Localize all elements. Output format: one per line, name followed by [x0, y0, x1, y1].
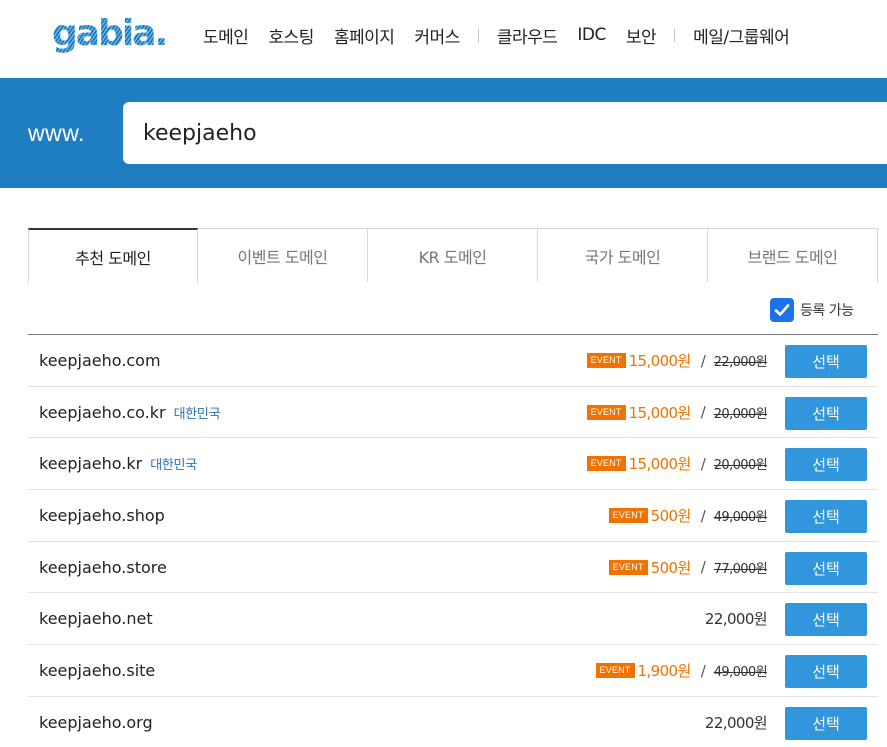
- tab-4[interactable]: 국가 도메인: [538, 228, 708, 282]
- svg-text:gabia.: gabia.: [52, 13, 166, 54]
- select-button[interactable]: 선택: [785, 345, 867, 378]
- price-divider: /: [700, 454, 706, 473]
- nav-item-2-1[interactable]: 클라우드: [497, 23, 558, 48]
- domain-name: keepjaeho.site: [39, 661, 156, 681]
- event-badge: EVENT: [586, 404, 626, 420]
- domain-name: keepjaeho.co.kr: [39, 402, 166, 422]
- select-button[interactable]: 선택: [785, 500, 867, 534]
- select-button[interactable]: 선택: [785, 603, 867, 637]
- available-only-filter[interactable]: 등록 가능: [770, 298, 854, 322]
- checkmark-icon: [774, 304, 790, 316]
- nav-item-1-1[interactable]: 도메인: [203, 23, 249, 48]
- event-badge: EVENT: [608, 508, 648, 524]
- domain-row: keepjaeho.org 22,000원 선택: [28, 697, 878, 747]
- price-cell: EVENT 15,000원 / 22,000원: [586, 335, 768, 386]
- nav-item-1-2[interactable]: 호스팅: [268, 23, 314, 48]
- price-cell: EVENT 15,000원 / 20,000원: [586, 387, 768, 438]
- original-price: 77,000원: [713, 561, 768, 577]
- tab-3[interactable]: KR 도메인: [368, 228, 538, 282]
- domain-cell: keepjaeho.co.kr 대한민국: [39, 387, 221, 438]
- domain-row: keepjaeho.shop EVENT 500원 / 49,000원 선택: [28, 490, 878, 542]
- top-navigation: gabia. 도메인 호스팅 홈페이지 커머스 클라우드 IDC 보안 메일/그룹웨어: [0, 0, 887, 78]
- regular-price: 22,000원: [704, 610, 768, 629]
- domain-cell: keepjaeho.site: [39, 645, 155, 696]
- www-prefix: www.: [28, 120, 85, 146]
- original-price: 49,000원: [713, 510, 768, 526]
- nav-item-3-1[interactable]: 메일/그룹웨어: [693, 23, 790, 48]
- domain-search-input[interactable]: [143, 102, 843, 164]
- price-cell: EVENT 1,900원 / 49,000원: [595, 645, 768, 696]
- domain-row: keepjaeho.site EVENT 1,900원 / 49,000원 선택: [28, 645, 878, 697]
- domain-name: keepjaeho.org: [39, 712, 153, 732]
- domain-row: keepjaeho.kr 대한민국 EVENT 15,000원 / 20,000원 선택: [28, 438, 878, 491]
- domain-name: keepjaeho.shop: [39, 506, 165, 526]
- domain-category-tabs: 추천 도메인 이벤트 도메인 KR 도메인 국가 도메인 브랜드 도메인: [28, 228, 878, 283]
- tab-2[interactable]: 이벤트 도메인: [198, 228, 368, 282]
- domain-name: keepjaeho.com: [39, 351, 161, 370]
- event-badge: EVENT: [586, 353, 626, 368]
- sale-price: 15,000원: [628, 455, 692, 474]
- available-checkbox[interactable]: [770, 298, 794, 322]
- nav-item-1-4[interactable]: 커머스: [414, 23, 460, 48]
- domain-cell: keepjaeho.store: [39, 542, 167, 593]
- price-divider: /: [700, 506, 706, 525]
- domain-row: keepjaeho.co.kr 대한민국 EVENT 15,000원 / 20,000원 선…: [28, 387, 878, 439]
- event-badge: EVENT: [608, 559, 648, 575]
- original-price: 20,000원: [713, 406, 768, 422]
- price-cell: EVENT 500원 / 49,000원: [608, 490, 768, 541]
- original-price: 20,000원: [713, 458, 768, 474]
- price-divider: /: [700, 661, 706, 680]
- price-divider: /: [700, 351, 706, 370]
- main-menu: 도메인 호스팅 홈페이지 커머스 클라우드 IDC 보안 메일/그룹웨어: [203, 22, 790, 48]
- select-button[interactable]: 선택: [785, 551, 867, 585]
- domain-name: keepjaeho.store: [39, 557, 167, 577]
- domain-name: keepjaeho.net: [39, 609, 153, 629]
- domain-row: keepjaeho.store EVENT 500원 / 77,000원 선택: [28, 542, 878, 594]
- country-label: 대한민국: [150, 458, 197, 474]
- logo-graphic: gabia.: [52, 13, 168, 54]
- sale-price: 15,000원: [628, 403, 692, 422]
- sale-price: 15,000원: [628, 352, 692, 370]
- price-divider: /: [700, 403, 706, 422]
- sale-price: 500원: [650, 507, 692, 526]
- domain-cell: keepjaeho.org: [39, 697, 153, 747]
- domain-cell: keepjaeho.kr 대한민국: [39, 438, 197, 489]
- price-cell: EVENT 500원 / 77,000원: [608, 542, 768, 593]
- price-divider: /: [700, 558, 706, 577]
- available-filter-label: 등록 가능: [800, 303, 854, 319]
- price-cell: 22,000원: [704, 593, 768, 644]
- select-button[interactable]: 선택: [785, 448, 867, 482]
- search-box[interactable]: [123, 102, 887, 164]
- regular-price: 22,000원: [704, 713, 768, 732]
- original-price: 22,000원: [713, 355, 768, 370]
- nav-item-1-3[interactable]: 홈페이지: [334, 23, 395, 48]
- country-label: 대한민국: [173, 406, 221, 422]
- nav-separator: [477, 28, 479, 42]
- nav-item-2-2[interactable]: IDC: [577, 25, 606, 45]
- select-button[interactable]: 선택: [785, 655, 867, 689]
- domain-row: keepjaeho.com EVENT 15,000원 / 22,000원 선택: [28, 335, 878, 387]
- select-button[interactable]: 선택: [785, 396, 867, 430]
- domain-cell: keepjaeho.shop: [39, 490, 165, 541]
- price-cell: 22,000원: [704, 697, 768, 747]
- sale-price: 500원: [650, 558, 692, 577]
- tab-1[interactable]: 추천 도메인: [28, 228, 198, 283]
- domain-search-bar: www.: [0, 78, 887, 188]
- event-badge: EVENT: [595, 663, 635, 679]
- event-badge: EVENT: [586, 456, 626, 472]
- domain-cell: keepjaeho.com: [39, 335, 161, 386]
- nav-separator: [674, 28, 676, 42]
- sale-price: 1,900원: [637, 662, 692, 681]
- domain-cell: keepjaeho.net: [39, 593, 153, 644]
- original-price: 49,000원: [713, 665, 768, 681]
- domain-name: keepjaeho.kr: [39, 454, 143, 474]
- domain-row: keepjaeho.net 22,000원 선택: [28, 593, 878, 646]
- nav-item-2-3[interactable]: 보안: [626, 23, 657, 48]
- tab-5[interactable]: 브랜드 도메인: [708, 228, 878, 282]
- select-button[interactable]: 선택: [785, 706, 867, 740]
- domain-result-list: keepjaeho.com EVENT 15,000원/22,000원 선택 keepj…: [28, 334, 878, 747]
- price-cell: EVENT 15,000원 / 20,000원: [586, 438, 768, 489]
- gabia-logo[interactable]: gabia.: [50, 12, 168, 58]
